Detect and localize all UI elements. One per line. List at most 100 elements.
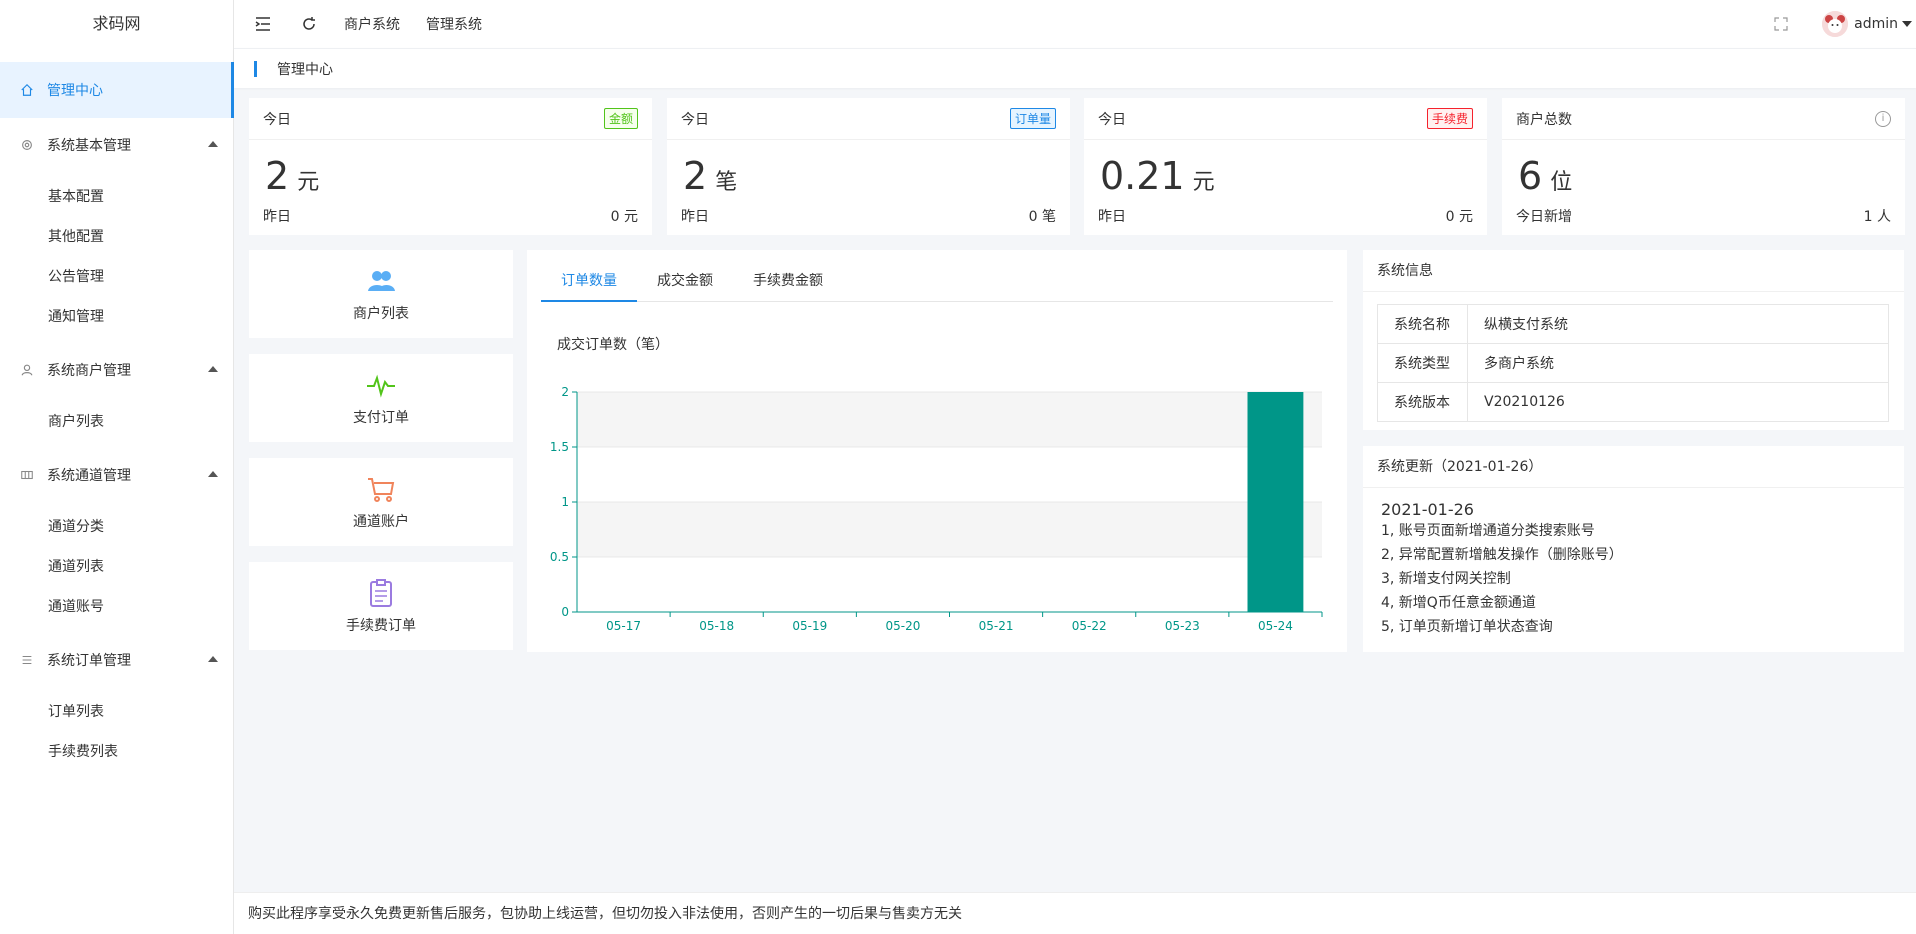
gear-icon [22,140,32,150]
user-icon [21,364,33,376]
system-info-panel: 系统信息 系统名称 纵横支付系统 系统类型 多商户系统 系统版本 V20210126 [1363,250,1904,430]
shortcut-fee-orders[interactable]: 手续费订单 [249,562,513,650]
x-tick-label: 05-23 [1165,619,1200,633]
stat-unit: 元 [1192,170,1215,195]
nav-admin-system[interactable]: 管理系统 [426,14,482,34]
stat-value: 2 [265,154,290,198]
stat-label: 今日 [681,111,709,128]
sidebar-item-channel-account[interactable]: 通道账号 [48,591,104,623]
grid-band [577,392,1322,447]
logo: 求码网 [92,14,141,33]
sidebar-item-notice[interactable]: 公告管理 [48,261,104,293]
sidebar-group-merchant[interactable]: 系统商户管理 [0,350,234,390]
status-badge: 手续费 [1426,108,1473,129]
stat-card-orders: 今日 订单量 2笔 昨日 0 笔 [667,98,1070,235]
sidebar: 求码网 管理中心 系统基本管理 基本配置 其他配置 公告管理 通知管理 系统商户… [0,0,234,934]
list-item: 2, 异常配置新增触发操作（删除账号） [1381,547,1623,563]
x-tick-label: 05-24 [1258,619,1293,633]
sidebar-item-basic-config[interactable]: 基本配置 [48,181,104,213]
sidebar-item-notify[interactable]: 通知管理 [48,301,104,333]
breadcrumb-marker [254,60,257,77]
sidebar-item-fee-list[interactable]: 手续费列表 [48,736,118,768]
chart-panel: 订单数量 成交金额 手续费金额 成交订单数（笔） 0 0.5 1 1.5 2 05-17 0… [527,250,1347,652]
list-item: 3, 新增支付网关控制 [1381,571,1511,587]
cart-icon [368,478,395,502]
panel-title: 系统信息 [1363,250,1904,292]
sidebar-item-channel-list[interactable]: 通道列表 [48,551,104,583]
tile-label: 商户列表 [353,306,409,322]
nav-merchant-system[interactable]: 商户系统 [344,14,400,34]
table-key: 系统名称 [1377,304,1468,344]
stat-foot-label: 昨日 [681,209,709,225]
sidebar-item-order-list[interactable]: 订单列表 [48,696,104,728]
avatar[interactable] [1822,11,1849,37]
tile-label: 通道账户 [353,514,409,530]
stat-value: 0.21 [1100,154,1185,198]
table-row: 系统版本 V20210126 [1377,382,1889,422]
footer-notice: 购买此程序享受永久免费更新售后服务，包协助上线运营，但切勿投入非法使用，否则产生… [234,892,1916,934]
sidebar-item-merchant-list[interactable]: 商户列表 [48,406,104,438]
caret-up-icon [208,471,218,477]
table-value: 纵横支付系统 [1467,304,1889,344]
sidebar-group-order[interactable]: 系统订单管理 [0,640,234,680]
clipboard-icon [370,579,392,607]
stat-unit: 元 [297,170,320,195]
bar-chart: 0 0.5 1 1.5 2 05-17 05-18 05-19 05-20 05-21 05-22 0… [550,385,1323,633]
table-key: 系统版本 [1377,382,1468,422]
list-icon [22,655,32,665]
info-icon[interactable]: i [1875,110,1891,127]
y-tick-label: 1.5 [550,440,569,454]
x-tick-label: 05-21 [979,619,1014,633]
sidebar-item-other-config[interactable]: 其他配置 [48,221,104,253]
x-tick-label: 05-19 [792,619,827,633]
tile-label: 手续费订单 [346,618,416,634]
list-item: 4, 新增Q币任意金额通道 [1381,595,1536,611]
table-value: 多商户系统 [1467,343,1889,383]
stat-foot-value: 0 元 [610,209,638,225]
stat-card-merchants: 商户总数 i 6位 今日新增 1 人 [1502,98,1905,235]
sidebar-item-dashboard[interactable]: 管理中心 [0,62,234,118]
table-row: 系统类型 多商户系统 [1377,343,1889,383]
list-item: 1, 账号页面新增通道分类搜索账号 [1381,523,1595,539]
shortcut-payment-orders[interactable]: 支付订单 [249,354,513,442]
system-info-table: 系统名称 纵横支付系统 系统类型 多商户系统 系统版本 V20210126 [1377,304,1889,422]
sidebar-group-label: 系统基本管理 [47,138,131,154]
home-icon [21,83,33,96]
table-key: 系统类型 [1377,343,1468,383]
shortcut-merchant-list[interactable]: 商户列表 [249,250,513,338]
user-name[interactable]: admin [1854,16,1898,32]
stat-unit: 位 [1550,170,1573,195]
menu-fold-icon[interactable] [254,15,272,33]
stat-unit: 笔 [715,170,738,195]
y-tick-label: 1 [561,495,569,509]
update-date: 2021-01-26 [1381,500,1474,519]
users-icon [368,271,395,291]
stat-foot-value: 0 笔 [1028,209,1056,225]
columns-icon [21,470,33,480]
stat-card-amount: 今日 金额 2元 昨日 0 元 [249,98,652,235]
y-tick-label: 2 [561,385,569,399]
sidebar-item-channel-category[interactable]: 通道分类 [48,511,104,543]
y-tick-label: 0 [561,605,569,619]
grid-band [577,557,1322,612]
stat-foot-value: 0 元 [1445,209,1473,225]
breadcrumb-item[interactable]: 管理中心 [277,59,333,79]
caret-up-icon [208,366,218,372]
shortcut-channel-account[interactable]: 通道账户 [249,458,513,546]
sidebar-group-basic[interactable]: 系统基本管理 [0,125,234,165]
table-row: 系统名称 纵横支付系统 [1377,304,1889,344]
caret-up-icon [208,656,218,662]
refresh-icon[interactable] [300,15,318,33]
stat-foot-label: 今日新增 [1516,209,1572,225]
sidebar-group-channel[interactable]: 系统通道管理 [0,455,234,495]
stat-foot-label: 昨日 [1098,209,1126,225]
stat-label: 今日 [1098,111,1126,128]
fullscreen-icon[interactable] [1774,17,1788,31]
system-update-panel: 系统更新（2021-01-26） 2021-01-26 1, 账号页面新增通道分… [1363,446,1904,652]
pulse-icon [367,374,395,398]
sidebar-group-label: 系统订单管理 [47,653,131,669]
grid-band [577,502,1322,557]
top-header: 商户系统 管理系统 admin [234,0,1916,48]
chevron-down-icon[interactable] [1902,21,1912,27]
header-right: admin [1774,0,1916,48]
